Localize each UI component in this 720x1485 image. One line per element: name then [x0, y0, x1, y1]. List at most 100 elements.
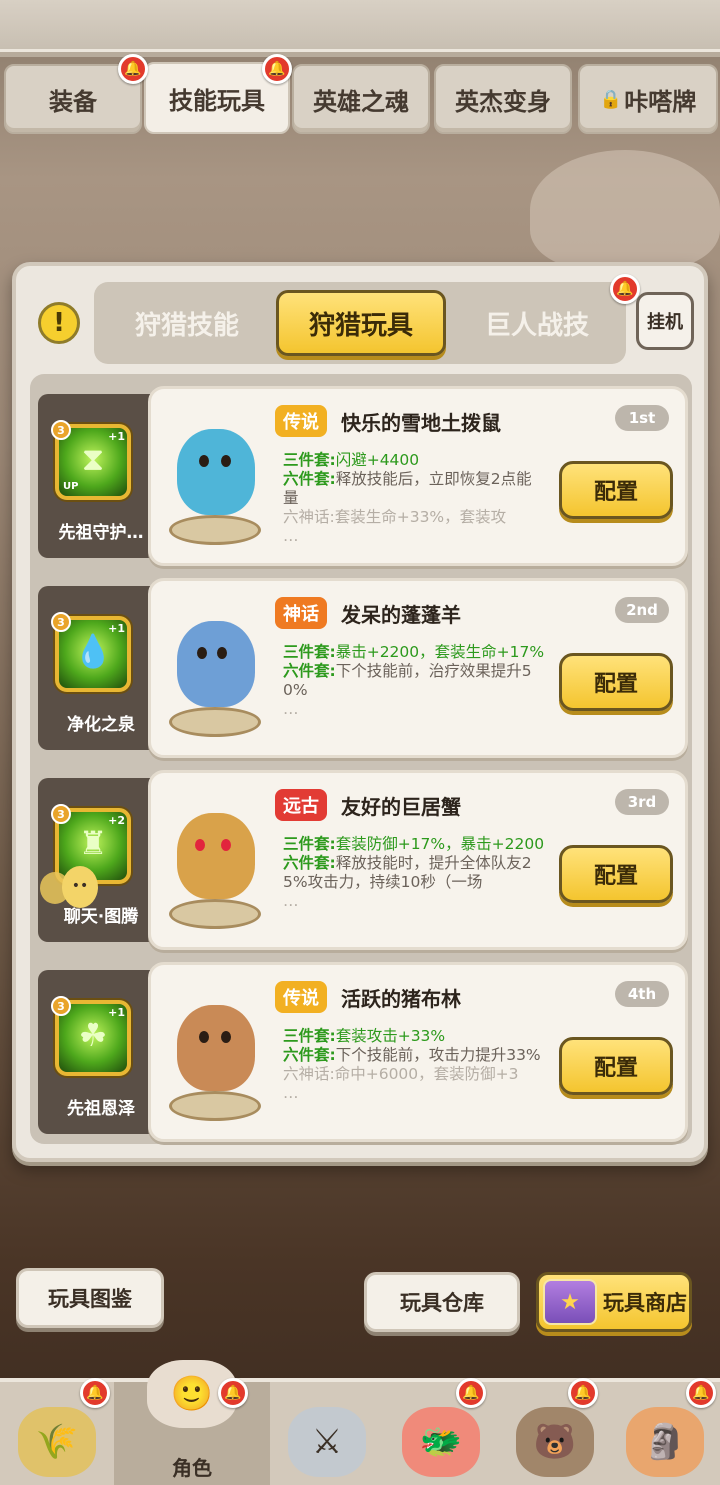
toy-card: 传说 活跃的猪布林 4th 三件套:套装攻击+33% 六件套:下个技能前，攻击力…	[148, 962, 688, 1142]
configure-button[interactable]: 配置	[559, 653, 673, 711]
toy-description: 三件套:闪避+4400 六件套:释放技能后，立即恢复2点能量 六神话:套装生命+…	[283, 451, 545, 546]
pedestal-shape	[169, 1091, 261, 1121]
nav-character-label: 角色	[172, 1456, 212, 1480]
subtab-hunting-skills[interactable]: 狩猎技能	[102, 290, 272, 356]
pedestal-shape	[169, 707, 261, 737]
ancestor-guard-skill-icon: 3 +1 ⧗ UP	[51, 420, 131, 500]
configure-button[interactable]: 配置	[559, 845, 673, 903]
toy-eye-shape	[197, 647, 207, 659]
toy-shop-button[interactable]: ★ 玩具商店	[536, 1272, 692, 1332]
rank-badge: 1st	[615, 405, 669, 431]
set3-text: 闪避+4400	[335, 451, 420, 469]
subtab-hunting-skills-label: 狩猎技能	[134, 310, 239, 341]
skill-slot[interactable]: 3 +2 ♜ 聊天·图腾	[38, 778, 164, 942]
toy-codex-label: 玩具图鉴	[48, 1287, 132, 1311]
subtab-hunting-toys[interactable]: 狩猎玩具	[276, 290, 446, 356]
configure-button[interactable]: 配置	[559, 1037, 673, 1095]
skill-slot[interactable]: 3 +1 💧 净化之泉	[38, 586, 164, 750]
toy-eye-shape	[199, 1031, 209, 1043]
totem-icon: ♜	[78, 824, 108, 862]
skill-slot[interactable]: 3 +1 ⧗ UP 先祖守护…	[38, 394, 164, 558]
tab-hero-transform-label: 英杰变身	[455, 87, 551, 116]
subtab-giant-skills[interactable]: 巨人战技	[452, 290, 622, 356]
skill-level-badge: 3	[51, 804, 71, 824]
set3-text: 套装防御+17%，暴击+2200	[335, 835, 545, 853]
tab-hero-soul[interactable]: 英雄之魂	[292, 64, 430, 134]
toy-card: 神话 发呆的蓬蓬羊 2nd 三件套:暴击+2200，套装生命+17% 六件套:下…	[148, 578, 688, 758]
more-ellipsis: …	[283, 527, 299, 545]
spirit-icon: ☘	[78, 1016, 108, 1054]
toy-body-shape	[177, 813, 255, 899]
tab-click-cards-label: 咔嗒牌	[624, 87, 697, 116]
toy-shop-label: 玩具商店	[603, 1291, 687, 1315]
straw-hero-icon: 🌾	[18, 1407, 96, 1477]
pig-goblin-toy-icon	[159, 987, 273, 1127]
toy-title: 快乐的雪地土拨鼠	[341, 410, 501, 435]
chat-bubble-icon[interactable]: ••	[40, 866, 98, 912]
skill-level-badge: 3	[51, 420, 71, 440]
toy-codex-button[interactable]: 玩具图鉴	[16, 1268, 164, 1328]
toy-list: 3 +1 ⧗ UP 先祖守护… 传说 快乐的雪地土拨鼠 1st 三件套:闪避+4…	[30, 374, 692, 1144]
toy-eye-shape	[221, 839, 231, 851]
shop-stall-icon: ★	[543, 1279, 597, 1325]
more-ellipsis: …	[283, 700, 299, 718]
toy-warehouse-button[interactable]: 玩具仓库	[364, 1272, 520, 1332]
tab-click-cards[interactable]: 🔒 咔嗒牌	[578, 64, 718, 134]
set6-label: 六件套:	[283, 470, 336, 488]
toy-body-shape	[177, 429, 255, 515]
info-icon[interactable]: !	[38, 302, 80, 344]
alert-bell-icon: 🔔	[686, 1378, 716, 1408]
set3-label: 三件套:	[283, 835, 336, 853]
set3-text: 暴击+2200，套装生命+17%	[335, 643, 545, 661]
pedestal-shape	[169, 515, 261, 545]
toy-body-shape	[177, 1005, 255, 1091]
toy-eye-shape	[199, 455, 209, 467]
lock-icon: 🔒	[599, 88, 623, 110]
skill-level-badge: 3	[51, 996, 71, 1016]
toy-eye-shape	[221, 1031, 231, 1043]
set3-text: 套装攻击+33%	[335, 1027, 446, 1045]
rarity-badge: 传说	[275, 981, 327, 1013]
subtab-hunting-toys-label: 狩猎玩具	[308, 310, 413, 341]
set6-label: 六件套:	[283, 854, 336, 872]
alert-bell-icon: 🔔	[118, 54, 148, 84]
tab-hero-transform[interactable]: 英杰变身	[434, 64, 572, 134]
tab-hero-soul-label: 英雄之魂	[313, 87, 409, 116]
skill-name: 先祖守护…	[58, 523, 144, 543]
skill-slot[interactable]: 3 +1 ☘ 先祖恩泽	[38, 970, 164, 1134]
myth-text: 六神话:套装生命+33%，套装攻	[283, 508, 507, 526]
totem-icon: 🗿	[626, 1407, 704, 1477]
toy-body-shape	[177, 621, 255, 707]
more-ellipsis: …	[283, 892, 299, 910]
set3-label: 三件套:	[283, 643, 336, 661]
skill-name: 先祖恩泽	[67, 1099, 135, 1119]
water-drop-icon: 💧	[73, 632, 113, 670]
rarity-badge: 神话	[275, 597, 327, 629]
rarity-badge: 传说	[275, 405, 327, 437]
toy-description: 三件套:暴击+2200，套装生命+17% 六件套:下个技能前，治疗效果提升50%…	[283, 643, 545, 719]
toy-panel: ! 狩猎技能 狩猎玩具 巨人战技 🔔 挂机 3 +1 ⧗ UP 先祖守护… 传说…	[12, 262, 708, 1162]
skill-up-badge: UP	[63, 481, 79, 492]
nav-weapon[interactable]: ⚔	[270, 1382, 384, 1485]
dragon-icon: 🐲	[402, 1407, 480, 1477]
background-skull-decoration	[530, 150, 720, 270]
rank-badge: 2nd	[615, 597, 669, 623]
ancestor-blessing-skill-icon: 3 +1 ☘	[51, 996, 131, 1076]
toy-description: 三件套:套装防御+17%，暴击+2200 六件套:释放技能时，提升全体队友25%…	[283, 835, 545, 911]
toy-eye-shape	[217, 647, 227, 659]
pedestal-shape	[169, 899, 261, 929]
alert-bell-icon: 🔔	[610, 274, 640, 304]
alert-bell-icon: 🔔	[568, 1378, 598, 1408]
idle-button[interactable]: 挂机	[636, 292, 694, 350]
purify-spring-skill-icon: 3 +1 💧	[51, 612, 131, 692]
skill-name: 净化之泉	[67, 715, 135, 735]
alert-bell-icon: 🔔	[456, 1378, 486, 1408]
toy-eye-shape	[195, 839, 205, 851]
weapon-icon: ⚔	[288, 1407, 366, 1477]
more-ellipsis: …	[283, 1084, 299, 1102]
toy-card: 传说 快乐的雪地土拨鼠 1st 三件套:闪避+4400 六件套:释放技能后，立即…	[148, 386, 688, 566]
set3-label: 三件套:	[283, 1027, 336, 1045]
top-header-strip	[0, 0, 720, 57]
configure-button[interactable]: 配置	[559, 461, 673, 519]
hourglass-icon: ⧗	[81, 440, 105, 478]
